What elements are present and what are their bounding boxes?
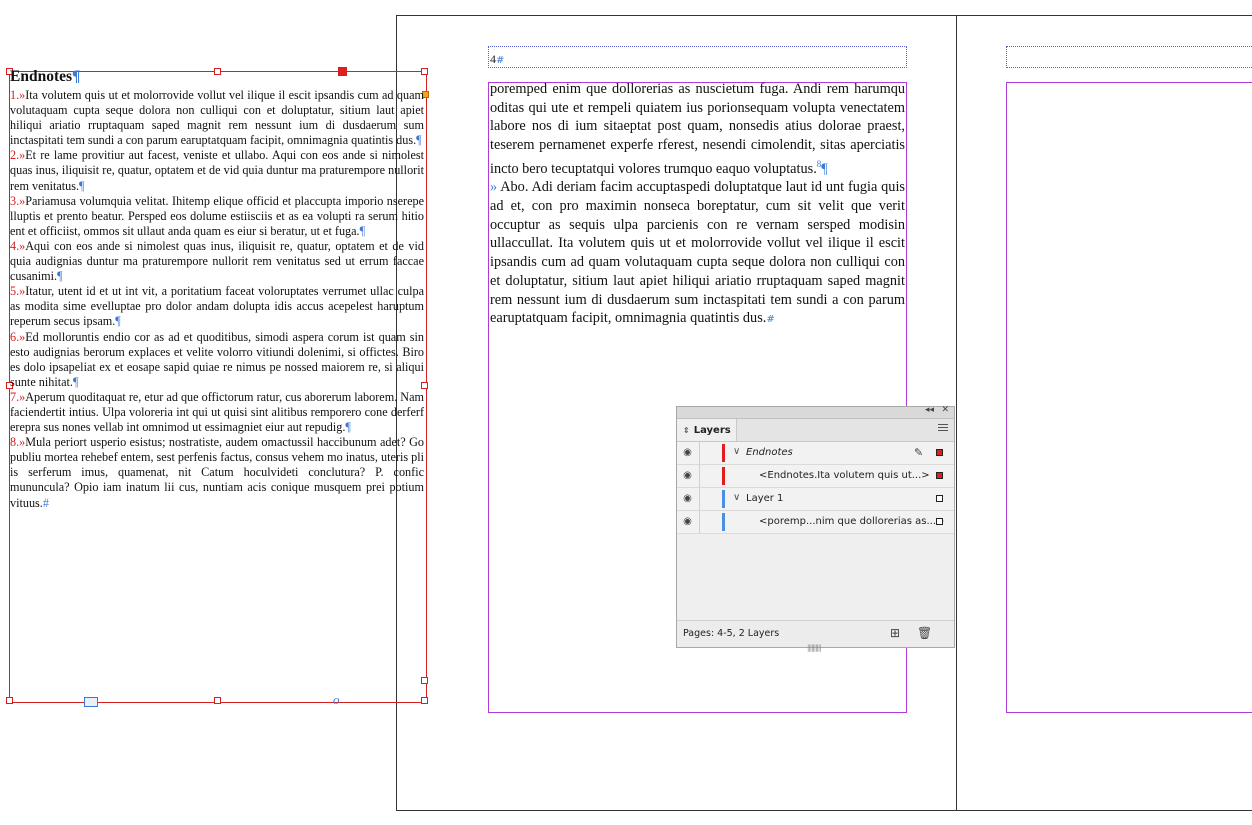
endnotes-list: 1.»Ita volutem quis ut et molorrovide vo… <box>10 88 424 511</box>
endnote-entry: 5.»Itatur, utent id et ut int vit, a por… <box>10 284 424 329</box>
eye-icon[interactable]: ◉ <box>681 493 694 505</box>
endnotes-title: Endnotes¶ <box>10 68 81 85</box>
layer-name: <poremp...nim que dollorerias as...> <box>759 516 945 527</box>
panel-tab-bar: ⇕ Layers <box>677 419 954 442</box>
collapse-arrows-icon: ⇕ <box>683 425 690 435</box>
endnote-text: Mula periort usperio esistus; nostratist… <box>10 435 424 510</box>
pilcrow-mark: ¶ <box>72 374 79 389</box>
endnote-number: 8. <box>10 435 20 450</box>
pilcrow-mark: ¶ <box>345 420 351 435</box>
layer-color-swatch <box>722 513 725 531</box>
text-frame-link-icon[interactable] <box>84 697 98 707</box>
frame-handle[interactable] <box>214 68 221 75</box>
layer-name: Layer 1 <box>746 493 784 504</box>
layer-color-swatch <box>722 467 725 485</box>
endnote-text: Aqui con eos ande si nimolest quas inus,… <box>10 238 424 284</box>
endnote-text: Ita volutem quis ut et molorrovide vollu… <box>10 88 424 148</box>
tab-label: Layers <box>693 424 731 436</box>
end-of-story-mark: # <box>766 314 775 326</box>
chevron-down-icon[interactable]: ∨ <box>733 492 740 503</box>
pilcrow-mark: ¶ <box>57 269 63 284</box>
trash-icon[interactable]: 🗑 <box>917 626 932 640</box>
layer-object-row[interactable]: ◉ <poremp...nim que dollorerias as...> <box>677 511 954 534</box>
selection-indicator[interactable] <box>936 472 943 479</box>
chevron-down-icon[interactable]: ∨ <box>733 446 740 457</box>
layer-list: ◉ ∨ Endnotes ✎ ◉ <Endnotes.Ita volutem quis u… <box>677 442 954 534</box>
eye-icon[interactable]: ◉ <box>681 447 694 459</box>
endnote-number: 4. <box>10 238 20 253</box>
endnote-number: 1. <box>10 88 20 102</box>
selection-indicator[interactable] <box>936 518 943 525</box>
tab-marker: » <box>490 179 498 196</box>
endnote-entry: 6.»Ed molloruntis endio cor as ad et quo… <box>10 330 424 390</box>
in-port-handle[interactable] <box>338 67 347 76</box>
pilcrow-mark: ¶ <box>79 178 85 193</box>
layer-row[interactable]: ◉ ∨ Endnotes ✎ <box>677 442 954 465</box>
pilcrow-mark: ¶ <box>416 133 422 148</box>
header-frame-right[interactable] <box>1006 46 1252 68</box>
lock-toggle[interactable] <box>699 442 700 464</box>
end-of-story-mark: # <box>496 55 505 66</box>
add-layer-icon[interactable]: ⊞ <box>890 626 900 640</box>
endnote-entry: 3.»Pariamusa volumquia velitat. Ihitemp … <box>10 194 424 239</box>
margin-guide-right <box>1006 82 1252 713</box>
lock-toggle[interactable] <box>699 465 700 487</box>
eye-icon[interactable]: ◉ <box>681 470 694 482</box>
endnote-number: 6. <box>10 329 20 344</box>
endnote-number: 3. <box>10 193 20 208</box>
close-icon[interactable]: ✕ <box>941 405 949 415</box>
pilcrow-mark: # <box>42 495 49 510</box>
frame-handle[interactable] <box>421 697 428 704</box>
layer-name: <Endnotes.Ita volutem quis ut...> <box>759 470 930 481</box>
layer-color-swatch <box>722 444 725 462</box>
frame-handle[interactable] <box>421 68 428 75</box>
pilcrow-mark: ¶ <box>115 314 121 329</box>
frame-handle[interactable] <box>214 697 221 704</box>
overset-icon[interactable]: o <box>333 692 340 708</box>
endnote-number: 2. <box>10 148 20 163</box>
pilcrow-mark: ¶ <box>359 223 366 238</box>
page-number: 4# <box>490 52 505 66</box>
endnote-entry: 2.»Et re lame provitiur aut facest, veni… <box>10 148 424 193</box>
pages-layers-status: Pages: 4-5, 2 Layers <box>683 628 780 639</box>
body-text-frame[interactable]: poremped enim que dollorerias as nusciet… <box>490 80 905 330</box>
frame-handle[interactable] <box>6 697 13 704</box>
selection-indicator[interactable] <box>936 495 943 502</box>
endnote-text: Et re lame provitiur aut facest, veniste… <box>10 148 424 193</box>
lock-toggle[interactable] <box>699 488 700 510</box>
layer-name: Endnotes <box>746 447 793 458</box>
body-paragraph: poremped enim que dollorerias as nusciet… <box>490 81 905 177</box>
layer-row[interactable]: ◉ ∨ Layer 1 <box>677 488 954 511</box>
lock-toggle[interactable] <box>699 511 700 533</box>
panel-title-bar[interactable]: ◂◂ ✕ <box>677 405 954 419</box>
endnote-entry: 1.»Ita volutem quis ut et molorrovide vo… <box>10 88 424 148</box>
endnote-entry: 7.»Aperum quoditaquat re, etur ad que of… <box>10 390 424 435</box>
hamburger-menu-icon[interactable] <box>938 424 948 433</box>
layer-object-row[interactable]: ◉ <Endnotes.Ita volutem quis ut...> <box>677 465 954 488</box>
layers-panel[interactable]: ◂◂ ✕ ⇕ Layers ◉ ∨ Endnotes ✎ ◉ <Endnotes.Ita … <box>676 405 955 652</box>
endnote-number: 7. <box>10 389 20 404</box>
double-chevron-left-icon[interactable]: ◂◂ <box>925 405 934 415</box>
panel-footer: Pages: 4-5, 2 Layers ⊞ 🗑 |||||||||| <box>677 620 954 652</box>
tab-layers[interactable]: ⇕ Layers <box>677 419 737 441</box>
pilcrow-mark: ¶ <box>821 160 828 177</box>
endnote-text: Itatur, utent id et ut int vit, a porita… <box>10 284 424 329</box>
eye-icon[interactable]: ◉ <box>681 516 694 528</box>
body-paragraph: » Abo. Adi deriam facim accuptaspedi dol… <box>490 179 905 327</box>
endnote-number: 5. <box>10 284 20 299</box>
header-frame-left[interactable] <box>488 46 907 68</box>
layer-color-swatch <box>722 490 725 508</box>
out-port-handle[interactable] <box>421 677 428 684</box>
pen-icon: ✎ <box>914 446 924 459</box>
selection-indicator[interactable] <box>936 449 943 456</box>
endnote-text: Aperum quoditaquat re, etur ad que offic… <box>10 389 424 435</box>
endnote-entry: 8.»Mula periort usperio esistus; nostrat… <box>10 435 424 510</box>
resize-grip-icon[interactable]: |||||||||| <box>807 644 822 652</box>
endnote-entry: 4.»Aqui con eos ande si nimolest quas in… <box>10 239 424 284</box>
